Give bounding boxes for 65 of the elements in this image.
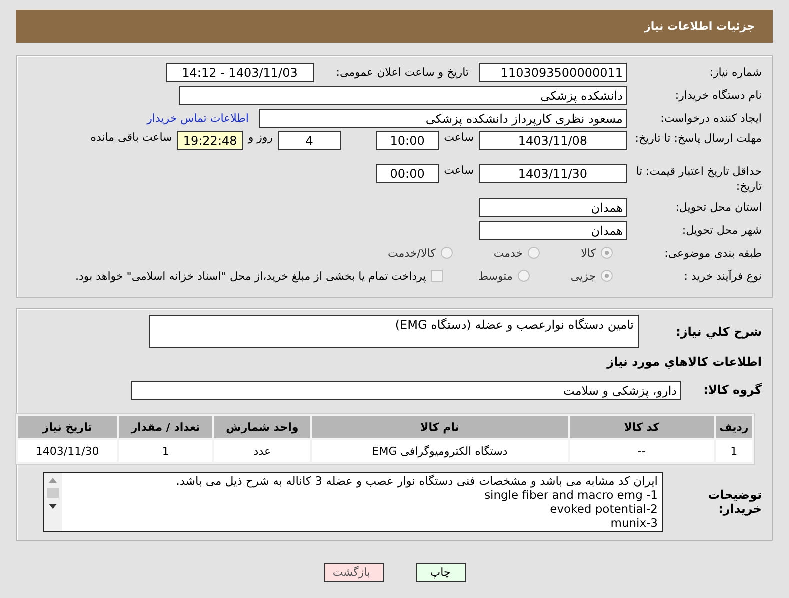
table-cell: -- (570, 440, 714, 462)
radio-button[interactable] (601, 247, 613, 259)
time-label: ساعت (444, 164, 474, 177)
validity-date-field: 1403/11/30 (479, 164, 627, 183)
field-label: شهر محل تحویل: (681, 222, 762, 238)
radio-label: کالا/خدمت (388, 246, 436, 260)
radio-label: خدمت (494, 246, 524, 260)
contact-link[interactable]: اطلاعات تماس خریدار (147, 112, 249, 124)
field-label: حداقل تاریخ اعتبار قیمت: تا تاریخ: (635, 164, 762, 194)
radio-button[interactable] (518, 270, 530, 282)
days-label: روز و (248, 131, 274, 144)
column-header: تاریخ نیاز (18, 416, 118, 438)
city-field: همدان (479, 220, 627, 240)
field-label: گروه کالا: (702, 383, 762, 397)
column-header: تعداد / مقدار (119, 416, 212, 438)
buyer-field: دانشکده پزشکی (179, 86, 627, 104)
field-label: ایجاد کننده درخواست: (660, 110, 762, 126)
payment-note: پرداخت تمام یا بخشی از مبلغ خرید،از محل "اسناد خزانه اسلامی" خواهد بود. (76, 270, 426, 282)
description-field: تامین دستگاه نوارعصب و عضله (دستگاه EMG) (149, 315, 639, 348)
field-label: نوع فرآیند خرید : (683, 268, 762, 284)
section-title: اطلاعات کالاهاي مورد نياز (607, 355, 762, 369)
time-label: ساعت (444, 131, 474, 144)
column-header: واحد شمارش (214, 416, 310, 438)
field-label: مهلت ارسال پاسخ: تا تاریخ: (634, 131, 762, 146)
column-header: کد کالا (570, 416, 714, 438)
table-cell: 1403/11/30 (18, 440, 118, 462)
radio-button[interactable] (440, 247, 453, 259)
need-number-field: 1103093500000011 (479, 62, 627, 82)
validity-time-field: 00:00 (376, 164, 440, 183)
radio-label: جزیی (570, 270, 596, 282)
field-label: شماره نیاز: (708, 64, 762, 80)
column-header: ردیف (716, 416, 752, 438)
remaining-label: ساعت باقی مانده (90, 131, 172, 144)
radio-button[interactable] (528, 247, 540, 259)
goods-group-field: دارو، پزشکی و سلامت (131, 380, 681, 400)
scrollbar[interactable] (44, 473, 62, 531)
table-cell: 1 (716, 440, 752, 462)
deadline-date-field: 1403/11/08 (479, 131, 627, 150)
remaining-time-field: 19:22:48 (177, 131, 244, 150)
announce-date-field: 1403/11/03 - 14:12 (166, 62, 314, 82)
field-label: طبقه بندی موضوعی: (664, 246, 762, 260)
checkbox[interactable] (431, 270, 444, 282)
deadline-time-field: 10:00 (376, 131, 440, 150)
field-label: نام دستگاه خریدار: (674, 88, 762, 102)
field-label: شرح کلي نياز: (675, 324, 762, 338)
page-title: جزئیات اطلاعات نیاز (644, 20, 755, 33)
action-button[interactable]: چاپ (416, 563, 466, 582)
table-cell: 1 (119, 440, 212, 462)
days-field: 4 (278, 131, 342, 150)
requester-field: مسعود نظری کارپرداز دانشکده پزشکی (259, 108, 627, 128)
action-button[interactable]: بازگشت (324, 563, 384, 582)
province-field: همدان (479, 198, 627, 216)
note-line: ایران کد مشابه می باشد و مشخصات فنی دستگاه نوار عصب و عضله 3 کاناله به شرح ذیل می باشد. (176, 474, 658, 488)
note-line: single fiber and macro emg -1 (484, 488, 658, 502)
field-label: استان محل تحویل: (674, 200, 762, 214)
table-cell: عدد (214, 440, 310, 462)
radio-label: کالا (581, 246, 596, 260)
note-line: evoked potential-2 (550, 502, 658, 516)
column-header: نام کالا (312, 416, 568, 438)
note-line: munix-3 (610, 516, 658, 530)
field-label: تاریخ و ساعت اعلان عمومی: (335, 66, 469, 78)
radio-button[interactable] (601, 270, 613, 282)
table-cell: دستگاه الکترومیوگرافی EMG (312, 440, 568, 462)
radio-label: متوسط (478, 270, 513, 282)
field-label: توضیحات خریدار: (707, 488, 762, 516)
